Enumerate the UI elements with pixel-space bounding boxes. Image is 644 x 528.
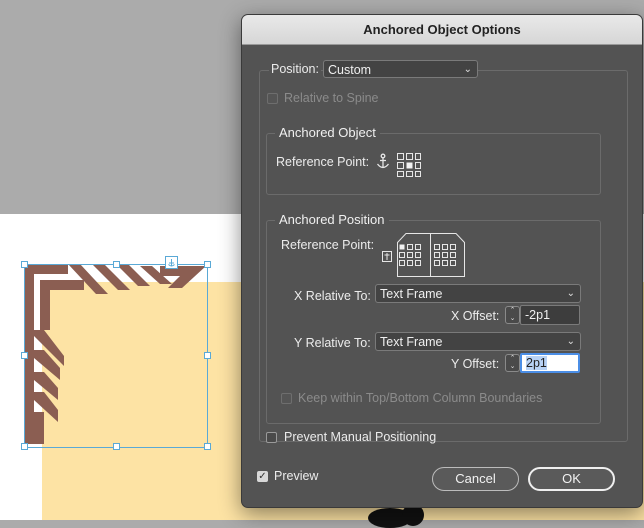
corner-ornament [24, 264, 206, 444]
y-relative-to-value: Text Frame [380, 335, 443, 349]
chevron-down-icon: ⌄ [566, 288, 575, 299]
x-offset-value: -2p1 [525, 308, 551, 322]
anchor-icon [376, 153, 390, 169]
keep-within-label: Keep within Top/Bottom Column Boundaries [298, 391, 543, 405]
position-reference-point-label: Reference Point: [281, 238, 375, 252]
x-offset-stepper[interactable]: ⌃ ⌄ [505, 306, 520, 324]
y-relative-to-label: Y Relative To: [294, 336, 371, 350]
anchored-object-legend: Anchored Object [275, 125, 380, 140]
keep-within-checkbox[interactable] [281, 393, 292, 404]
x-relative-to-value: Text Frame [380, 287, 443, 301]
y-offset-stepper[interactable]: ⌃ ⌄ [505, 354, 520, 372]
prevent-manual-positioning-label: Prevent Manual Positioning [284, 430, 437, 444]
chevron-down-icon: ⌄ [463, 64, 472, 75]
cancel-button[interactable]: Cancel [432, 467, 519, 491]
y-offset-label: Y Offset: [451, 357, 500, 371]
spread-spine-icon [382, 251, 392, 262]
spread-proxy-icon[interactable] [396, 232, 466, 278]
ok-button[interactable]: OK [528, 467, 615, 491]
relative-to-spine-label: Relative to Spine [284, 91, 379, 105]
chevron-down-icon: ⌄ [566, 336, 575, 347]
anchored-position-legend: Anchored Position [275, 212, 389, 227]
dialog-title: Anchored Object Options [242, 15, 642, 45]
x-relative-to-select[interactable]: Text Frame ⌄ [375, 284, 581, 303]
y-offset-value: 2p1 [526, 356, 547, 370]
preview-checkbox[interactable]: ✓ [257, 471, 268, 482]
relative-to-spine-checkbox[interactable] [267, 93, 278, 104]
preview-label: Preview [274, 469, 319, 483]
reference-point-proxy-icon[interactable] [396, 152, 422, 178]
anchored-object-options-dialog: Anchored Object Options Position: Custom… [241, 14, 643, 508]
anchor-marker-icon[interactable] [165, 256, 178, 269]
y-offset-field[interactable]: 2p1 [520, 353, 580, 373]
object-reference-point-label: Reference Point: [276, 155, 370, 169]
position-value: Custom [328, 63, 372, 77]
position-select[interactable]: Custom ⌄ [323, 60, 478, 78]
checkmark-icon: ✓ [258, 471, 267, 482]
x-relative-to-label: X Relative To: [294, 289, 371, 303]
selection-bounds [24, 264, 208, 448]
x-offset-field[interactable]: -2p1 [520, 305, 580, 325]
y-relative-to-select[interactable]: Text Frame ⌄ [375, 332, 581, 351]
prevent-manual-positioning-checkbox[interactable] [266, 432, 277, 443]
x-offset-label: X Offset: [451, 309, 500, 323]
position-label: Position: [269, 62, 321, 76]
